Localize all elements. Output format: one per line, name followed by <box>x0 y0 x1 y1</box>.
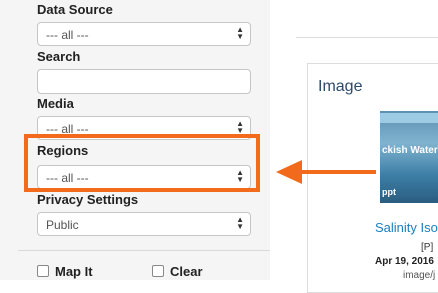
map-it-option[interactable]: Map It <box>37 264 93 279</box>
privacy-settings-value: Public <box>46 218 79 232</box>
thumbnail-subtext: ppt <box>382 187 396 197</box>
privacy-settings-label: Privacy Settings <box>37 192 139 207</box>
filter-divider <box>18 250 270 251</box>
select-arrows-icon: ▲ ▼ <box>236 215 244 231</box>
map-it-label: Map It <box>55 264 93 279</box>
data-source-select[interactable]: --- all --- ▲ ▼ <box>37 22 251 46</box>
data-source-label: Data Source <box>37 2 113 17</box>
regions-highlight-box <box>24 134 260 192</box>
select-arrows-icon: ▲ ▼ <box>236 119 244 135</box>
clear-checkbox[interactable] <box>152 265 164 277</box>
card-heading: Image <box>318 78 363 95</box>
clear-label: Clear <box>170 264 203 279</box>
annotation-arrow-icon <box>276 160 376 184</box>
result-type: image/j <box>403 270 436 281</box>
image-thumbnail[interactable]: ckish Water ppt <box>380 111 438 203</box>
result-tag: [P] <box>421 242 434 253</box>
result-title-link[interactable]: Salinity Iso <box>375 220 438 235</box>
thumbnail-band <box>380 113 438 123</box>
search-label: Search <box>37 49 81 64</box>
media-label: Media <box>37 96 74 111</box>
thumbnail-text: ckish Water <box>382 145 438 156</box>
data-source-value: --- all --- <box>46 28 89 42</box>
results-top-rule <box>296 37 438 38</box>
select-arrows-icon: ▲ ▼ <box>236 25 244 41</box>
result-date: Apr 19, 2016 <box>375 256 434 267</box>
privacy-settings-select[interactable]: Public ▲ ▼ <box>37 212 251 236</box>
clear-option[interactable]: Clear <box>152 264 203 279</box>
map-it-checkbox[interactable] <box>37 265 49 277</box>
search-input[interactable] <box>37 69 251 94</box>
